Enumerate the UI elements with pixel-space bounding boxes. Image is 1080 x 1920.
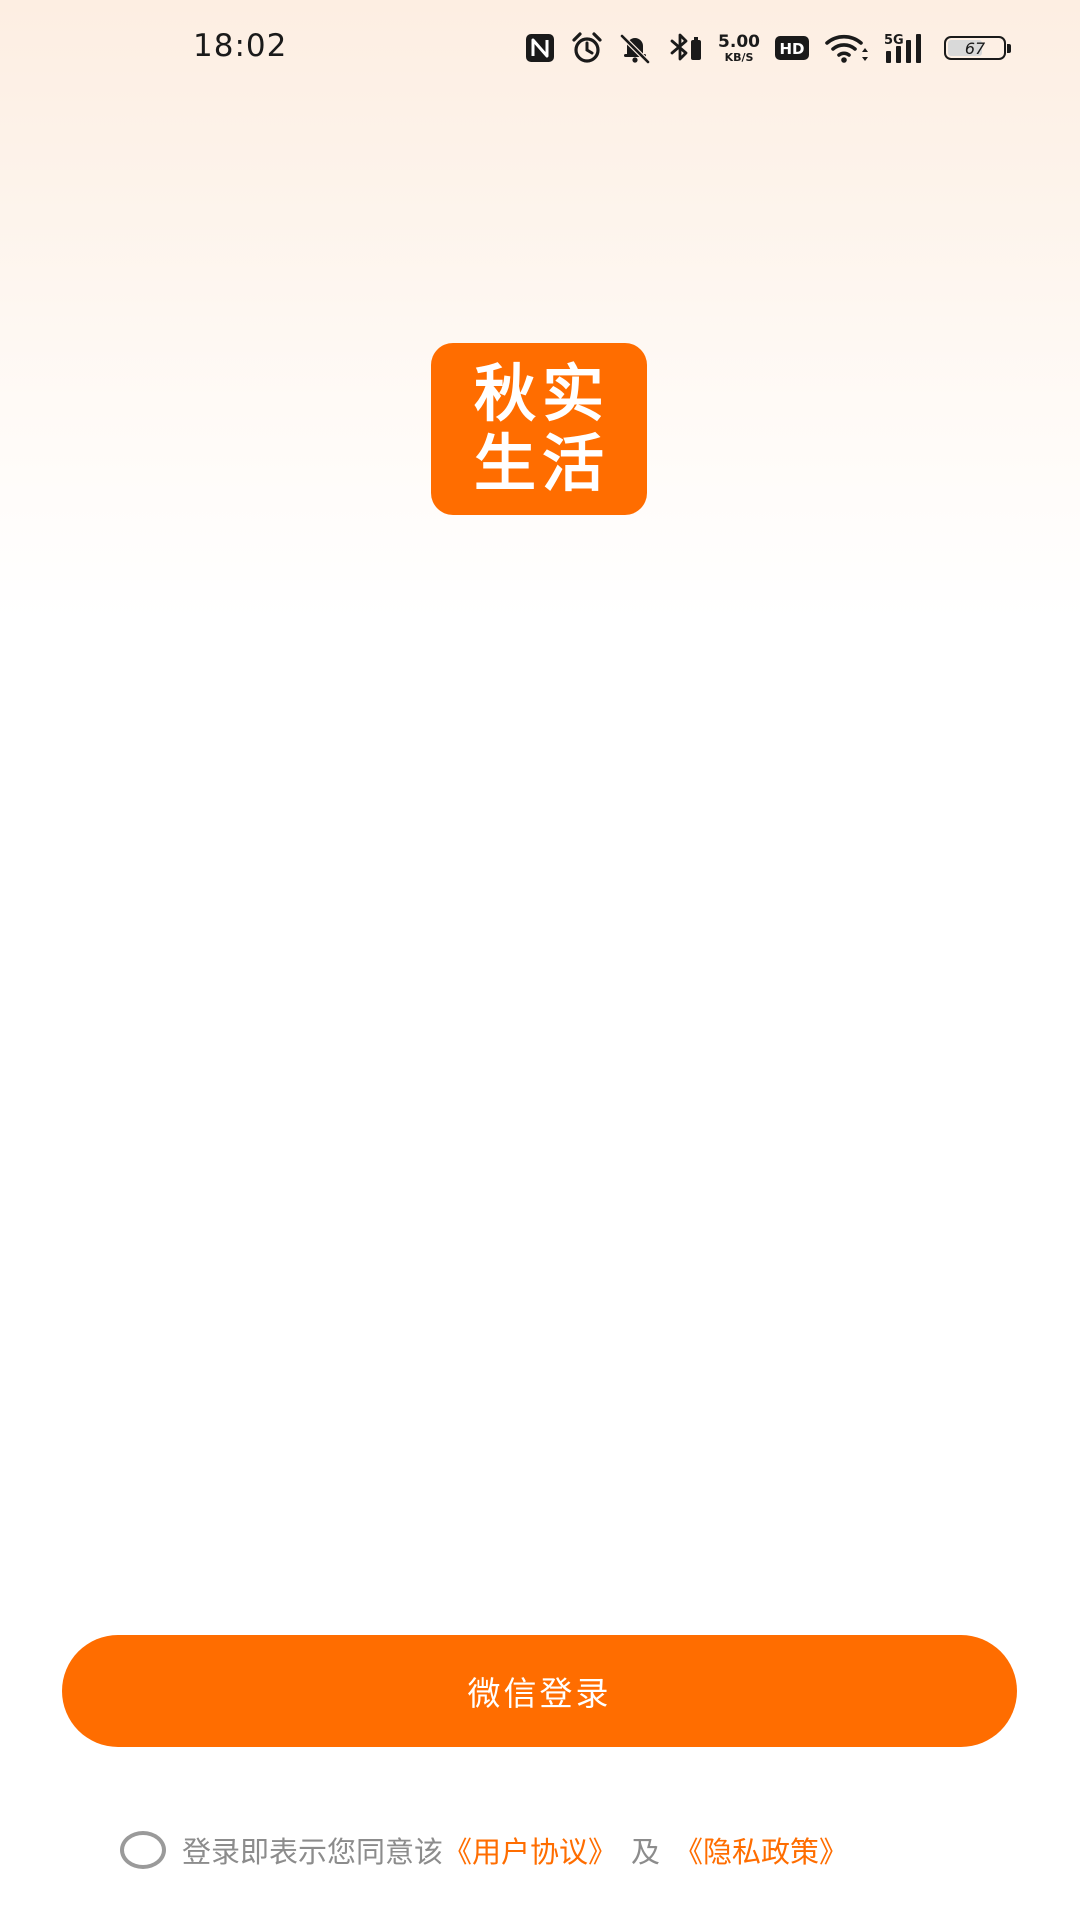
mute-icon: [618, 28, 652, 68]
wechat-login-button[interactable]: 微信登录: [62, 1635, 1017, 1747]
battery-icon: 67: [944, 28, 1011, 68]
battery-level: 67: [964, 38, 986, 58]
network-speed-value: 5.00: [718, 31, 760, 52]
alarm-icon: [570, 28, 604, 68]
status-bar: 18:02 5.00 KB/S HD 5G 67: [0, 0, 1080, 100]
app-logo-line-2: 生活: [473, 427, 610, 500]
network-speed: 5.00 KB/S: [718, 28, 760, 68]
app-logo-line-1: 秋实: [473, 357, 610, 430]
agreement-conjunction: 及: [631, 1835, 661, 1869]
nfc-icon: [524, 28, 556, 68]
agreement-text: 登录即表示您同意该: [182, 1835, 444, 1869]
network-type-label: 5G: [884, 33, 904, 48]
bluetooth-icon: [666, 28, 704, 68]
agreement-row: 登录即表示您同意该 《用户协议》 及 《隐私政策》: [120, 1828, 848, 1872]
privacy-policy-link[interactable]: 《隐私政策》: [674, 1829, 848, 1871]
status-time: 18:02: [193, 28, 288, 64]
app-logo: 秋实 生活: [431, 343, 647, 515]
status-icons: 5.00 KB/S HD 5G 67: [524, 28, 1011, 68]
signal-icon: 5G: [884, 28, 930, 68]
hd-label: HD: [779, 40, 804, 58]
agreement-checkbox[interactable]: [120, 1831, 166, 1869]
hd-icon: HD: [774, 28, 810, 68]
user-agreement-link[interactable]: 《用户协议》: [443, 1829, 617, 1871]
wifi-icon: [824, 28, 870, 68]
network-speed-unit: KB/S: [724, 50, 754, 64]
